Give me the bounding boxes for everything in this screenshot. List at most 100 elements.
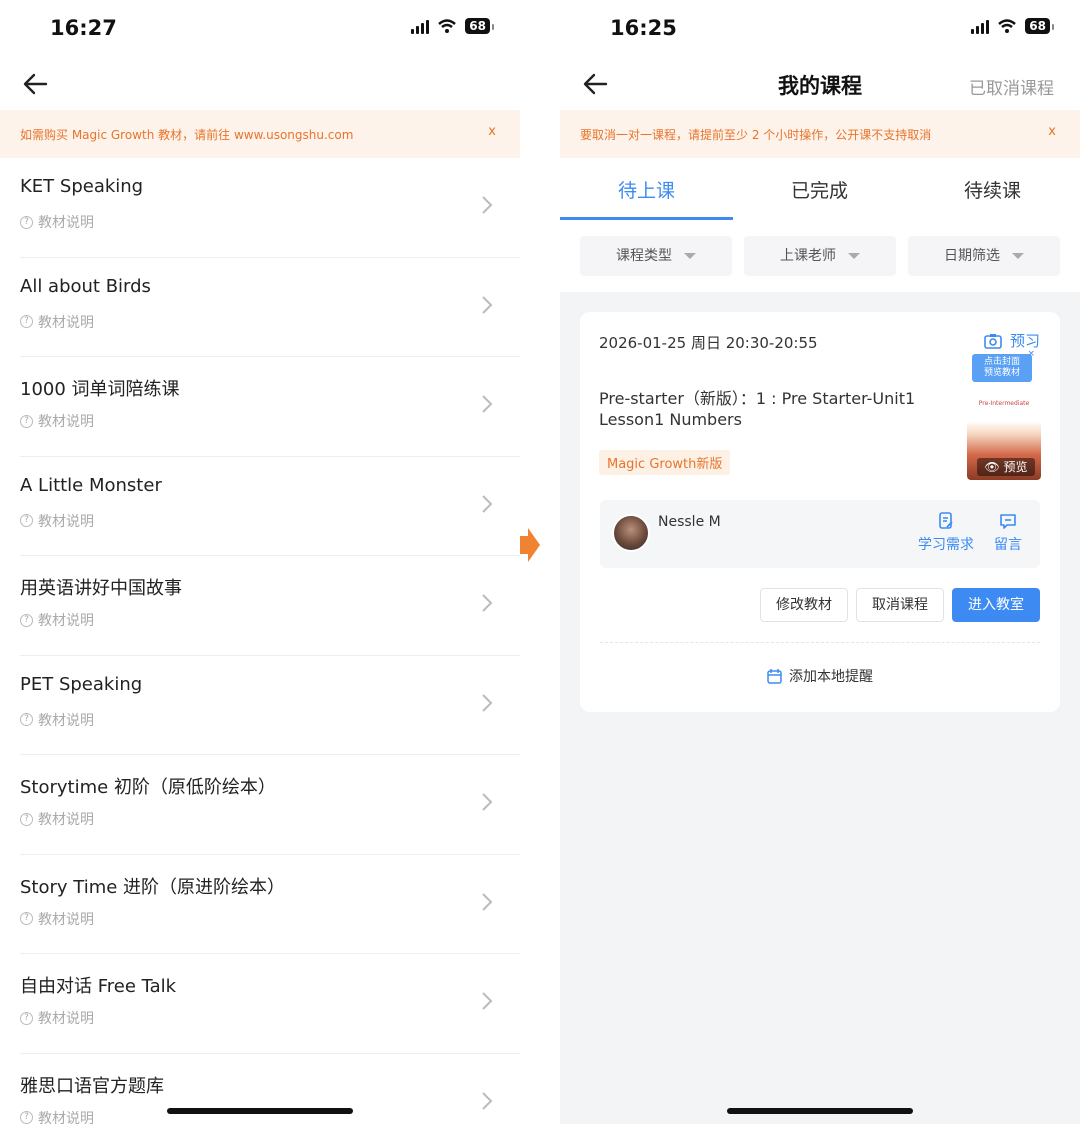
item-note[interactable]: ? 教材说明: [20, 710, 94, 730]
item-note-label: 教材说明: [38, 613, 94, 629]
cancelled-courses-link[interactable]: 已取消课程: [969, 74, 1054, 99]
wifi-icon: [998, 19, 1017, 33]
notice-text: 如需购买 Magic Growth 教材，请前往 www.usongshu.co…: [20, 128, 354, 142]
chevron-right-icon: [482, 693, 493, 712]
chevron-right-icon: [482, 494, 493, 513]
filter-course-type[interactable]: 课程类型: [580, 236, 732, 276]
filter-teacher[interactable]: 上课老师: [744, 236, 896, 276]
list-item[interactable]: 自由对话 Free Talk ? 教材说明: [0, 954, 520, 1054]
list-item[interactable]: Storytime 初阶（原低阶绘本） ? 教材说明: [0, 755, 520, 855]
caret-down-icon: [848, 253, 860, 259]
modify-textbook-button[interactable]: 修改教材: [760, 588, 848, 622]
back-arrow-icon[interactable]: [22, 70, 50, 98]
item-note[interactable]: ? 教材说明: [20, 1108, 94, 1124]
tab-completed[interactable]: 已完成: [733, 176, 906, 203]
filter-date[interactable]: 日期筛选: [908, 236, 1060, 276]
enter-classroom-button[interactable]: 进入教室: [952, 588, 1040, 622]
chevron-right-icon: [482, 594, 493, 612]
item-note-label: 教材说明: [38, 314, 94, 331]
item-note[interactable]: ? 教材说明: [20, 212, 94, 232]
cancel-course-button[interactable]: 取消课程: [856, 588, 944, 622]
question-icon: ?: [20, 912, 33, 925]
question-icon: ?: [20, 215, 33, 229]
signal-icon: [971, 18, 990, 34]
list-item[interactable]: 1000 词单词陪练课 ? 教材说明: [0, 357, 520, 457]
study-needs-label: 学习需求: [918, 537, 974, 553]
filter-label: 日期筛选: [944, 248, 1000, 264]
chevron-right-icon: [482, 295, 493, 314]
course-name-line: Pre-starter（新版）：1 : Pre Starter-Unit1: [599, 389, 916, 408]
signal-icon: [411, 18, 430, 34]
chevron-right-icon: [482, 892, 493, 911]
item-note-label: 教材说明: [38, 513, 94, 530]
divider: [600, 642, 1040, 643]
cover-label: Pre-Intermediate: [978, 400, 1030, 407]
question-icon: ?: [20, 1111, 33, 1124]
preview-button[interactable]: 预习: [984, 330, 1040, 351]
item-note-label: 教材说明: [38, 712, 94, 729]
tooltip-line: 预览教材: [983, 368, 1020, 378]
list-item[interactable]: KET Speaking ? 教材说明: [0, 158, 520, 258]
list-item[interactable]: Story Time 进阶（原进阶绘本） ? 教材说明: [0, 855, 520, 954]
item-note-label: 教材说明: [38, 1011, 94, 1027]
tooltip-line: 点击封面: [983, 357, 1020, 367]
list-item[interactable]: All about Birds ? 教材说明: [0, 258, 520, 357]
chevron-right-icon: [482, 793, 493, 811]
item-title: 1000 词单词陪练课: [20, 379, 180, 400]
item-note[interactable]: ? 教材说明: [20, 909, 94, 929]
status-icons: 68: [411, 18, 494, 34]
preview-label: 预习: [1009, 332, 1040, 350]
message-button[interactable]: 留言: [994, 512, 1022, 554]
question-icon: ?: [20, 713, 33, 726]
item-note[interactable]: ? 教材说明: [20, 1008, 94, 1028]
textbook-list: KET Speaking ? 教材说明 All about Birds ? 教材说明…: [0, 158, 520, 1124]
item-title: Story Time 进阶（原进阶绘本）: [20, 876, 286, 898]
list-item[interactable]: A Little Monster ? 教材说明: [0, 457, 520, 556]
status-bar: 16:25 68: [560, 0, 1080, 60]
item-note-label: 教材说明: [38, 215, 94, 231]
course-name: Pre-starter（新版）：1 : Pre Starter-Unit1 Le…: [599, 388, 949, 430]
course-datetime: 2026-01-25 周日 20:30-20:55: [599, 334, 818, 352]
notice-close-button[interactable]: x: [488, 124, 496, 139]
course-card: 2026-01-25 周日 20:30-20:55 预习 点击封面 预览教材 ×…: [580, 312, 1060, 712]
textbook-cover[interactable]: Pre-Intermediate 👁 预览: [967, 396, 1041, 480]
item-note-label: 教材说明: [38, 414, 94, 430]
arrow-right-icon: [520, 528, 540, 562]
item-note-label: 教材说明: [38, 1110, 94, 1124]
tab-renewal[interactable]: 待续课: [906, 176, 1079, 203]
notice-text: 要取消一对一课程，请提前至少 2 个小时操作，公开课不支持取消: [580, 128, 932, 142]
home-indicator[interactable]: [167, 1108, 353, 1114]
filter-bar: 课程类型 上课老师 日期筛选: [560, 220, 1080, 292]
chevron-right-icon: [482, 395, 493, 413]
add-reminder-button[interactable]: 添加本地提醒: [580, 666, 1060, 686]
item-note[interactable]: ? 教材说明: [20, 312, 94, 332]
textbook-tag: Magic Growth新版: [599, 450, 731, 475]
item-title: 雅思口语官方题库: [20, 1075, 164, 1097]
home-indicator[interactable]: [727, 1108, 913, 1114]
message-icon: [1000, 514, 1016, 529]
item-note[interactable]: ? 教材说明: [20, 809, 94, 829]
notice-close-button[interactable]: x: [1048, 124, 1056, 139]
caret-down-icon: [1012, 253, 1024, 259]
list-item[interactable]: PET Speaking ? 教材说明: [0, 656, 520, 755]
question-icon: ?: [20, 613, 33, 627]
item-note[interactable]: ? 教材说明: [20, 610, 94, 630]
study-needs-button[interactable]: 学习需求: [918, 512, 974, 554]
tab-upcoming[interactable]: 待上课: [560, 176, 733, 203]
nav-bar: [0, 60, 520, 110]
question-icon: ?: [20, 1011, 33, 1025]
document-edit-icon: [939, 512, 953, 529]
item-note[interactable]: ? 教材说明: [20, 411, 94, 431]
avatar[interactable]: [612, 514, 650, 552]
chevron-right-icon: [482, 196, 493, 214]
eye-icon: 👁: [984, 460, 1004, 474]
list-item[interactable]: 用英语讲好中国故事 ? 教材说明: [0, 556, 520, 656]
tooltip-close-button[interactable]: ×: [1027, 349, 1035, 360]
item-note[interactable]: ? 教材说明: [20, 511, 94, 531]
item-title: 自由对话 Free Talk: [20, 976, 177, 997]
nav-bar: 我的课程 已取消课程: [560, 60, 1080, 110]
status-time: 16:25: [610, 16, 677, 40]
cover-preview-button[interactable]: 👁 预览: [977, 458, 1035, 476]
question-icon: ?: [20, 315, 33, 328]
item-title: All about Birds: [20, 275, 151, 297]
